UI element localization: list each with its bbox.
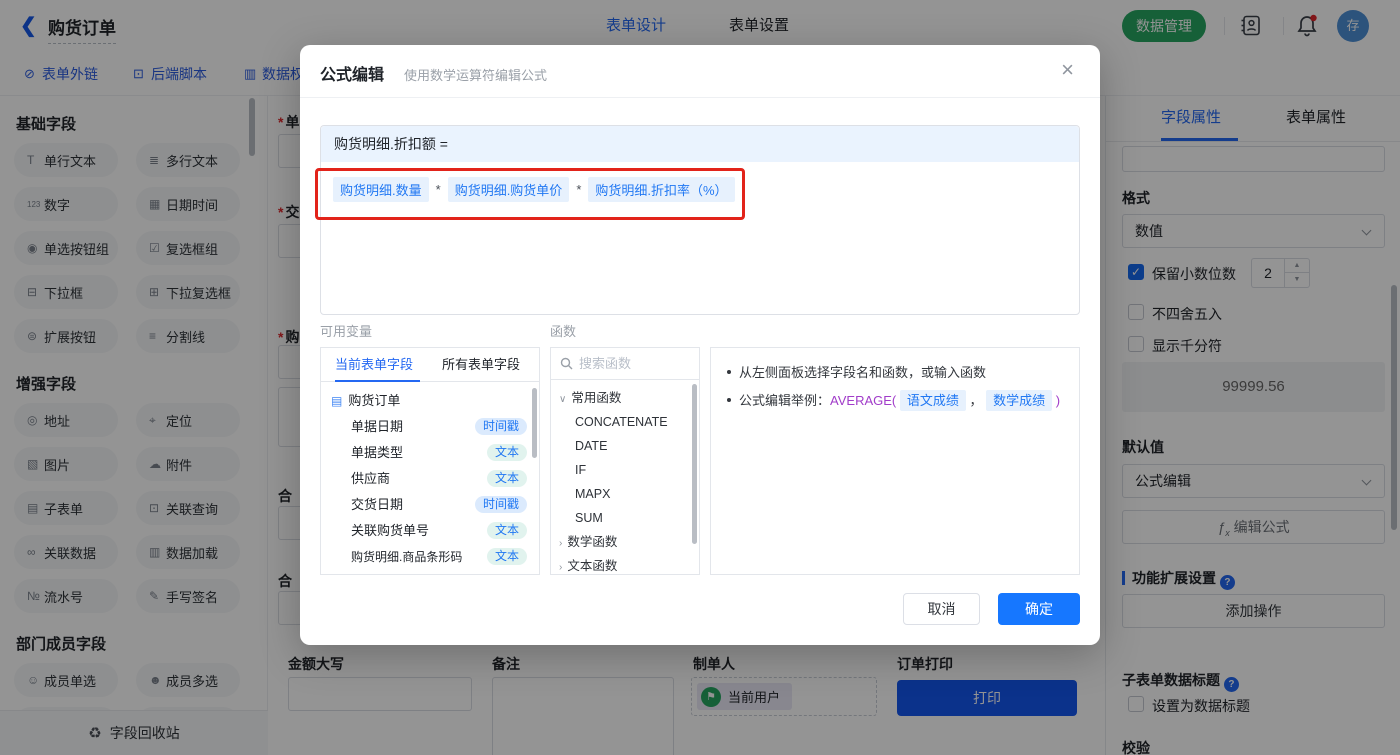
multiply-operator: *: [435, 182, 441, 197]
formula-expression[interactable]: 购货明细.数量 * 购货明细.购货单价 * 购货明细.折扣率（%）: [321, 162, 1079, 217]
formula-target: 购货明细.折扣额 =: [321, 126, 1079, 162]
tab-all-form-fields[interactable]: 所有表单字段: [442, 348, 520, 382]
modal-header-divider: [300, 97, 1100, 98]
variables-scrollbar-thumb[interactable]: [532, 388, 537, 458]
function-search[interactable]: [551, 348, 699, 380]
chevron-expanded-icon: ∨: [559, 394, 567, 405]
tab-current-form-fields[interactable]: 当前表单字段: [335, 348, 413, 382]
function-search-input[interactable]: [579, 356, 679, 371]
active-tab-underline: [335, 380, 420, 382]
tree-field[interactable]: 单据类型 文本: [321, 440, 539, 466]
formula-token[interactable]: 购货明细.折扣率（%）: [588, 177, 735, 202]
search-icon: [560, 357, 573, 370]
function-item[interactable]: MAPX: [551, 482, 699, 506]
example-field-chip: 数学成绩: [986, 390, 1053, 411]
example-field-chip: 语文成绩: [899, 390, 966, 411]
functions-scrollbar-thumb[interactable]: [692, 384, 697, 544]
variables-tabs: 当前表单字段 所有表单字段: [321, 348, 539, 382]
function-item[interactable]: DATE: [551, 434, 699, 458]
form-doc-icon: ▤: [331, 394, 343, 408]
tree-field[interactable]: 交货日期 时间戳: [321, 492, 539, 518]
tree-field[interactable]: 购货明细.商品条形码 文本: [321, 544, 539, 570]
help-tip-1: 从左侧面板选择字段名和函数，或输入函数: [727, 362, 986, 381]
function-item[interactable]: IF: [551, 458, 699, 482]
chevron-collapsed-icon: ›: [559, 562, 563, 573]
functions-label: 函数: [550, 324, 577, 339]
formula-token[interactable]: 购货明细.数量: [333, 177, 429, 202]
formula-editor[interactable]: 购货明细.折扣额 = 购货明细.数量 * 购货明细.购货单价 * 购货明细.折扣…: [320, 125, 1080, 315]
type-badge: 时间戳: [474, 418, 527, 435]
close-icon[interactable]: ×: [1061, 59, 1074, 81]
formula-edit-modal: 公式编辑 使用数学运算符编辑公式 × 购货明细.折扣额 = 购货明细.数量 * …: [300, 45, 1100, 645]
formula-token[interactable]: 购货明细.购货单价: [447, 177, 570, 202]
function-item[interactable]: SUM: [551, 506, 699, 530]
variables-panel: 当前表单字段 所有表单字段 ▤ 购货订单 单据日期 时间戳 单据类型 文本 供应商 文本…: [320, 347, 540, 575]
cancel-button[interactable]: 取消: [903, 593, 980, 625]
modal-subtitle: 使用数学运算符编辑公式: [404, 68, 548, 83]
type-badge: 文本: [486, 470, 527, 487]
tree-field[interactable]: 供应商 文本: [321, 466, 539, 492]
type-badge: 文本: [486, 522, 527, 539]
function-item[interactable]: CONCATENATE: [551, 410, 699, 434]
functions-panel: ∨常用函数 CONCATENATE DATE IF MAPX SUM ›数学函数…: [550, 347, 700, 575]
tree-field[interactable]: 单据日期 时间戳: [321, 414, 539, 440]
type-badge: 文本: [486, 444, 527, 461]
example-function-name: AVERAGE(: [830, 393, 897, 408]
chevron-collapsed-icon: ›: [559, 538, 563, 549]
tree-root-form[interactable]: ▤ 购货订单: [321, 388, 539, 414]
variables-label: 可用变量: [320, 324, 373, 339]
confirm-button[interactable]: 确定: [998, 593, 1080, 625]
help-panel: 从左侧面板选择字段名和函数，或输入函数 公式编辑举例：AVERAGE( 语文成绩…: [710, 347, 1080, 575]
function-group-common[interactable]: ∨ 常用函数: [551, 386, 699, 410]
type-badge: 时间戳: [474, 496, 527, 513]
function-group-text[interactable]: › 文本函数: [551, 554, 699, 574]
multiply-operator: *: [576, 182, 582, 197]
tree-field[interactable]: 关联购货单号 文本: [321, 518, 539, 544]
form-designer-app: ❮ 购货订单 表单设计 表单设置 数据管理 存 ⊘ 表单外链 ⊡ 后端脚本 ▥ …: [0, 0, 1400, 755]
type-badge: 文本: [486, 548, 527, 565]
function-group-math[interactable]: › 数学函数: [551, 530, 699, 554]
help-tip-2: 公式编辑举例：AVERAGE( 语文成绩 ， 数学成绩 ): [727, 390, 1060, 411]
modal-title: 公式编辑: [320, 67, 385, 84]
